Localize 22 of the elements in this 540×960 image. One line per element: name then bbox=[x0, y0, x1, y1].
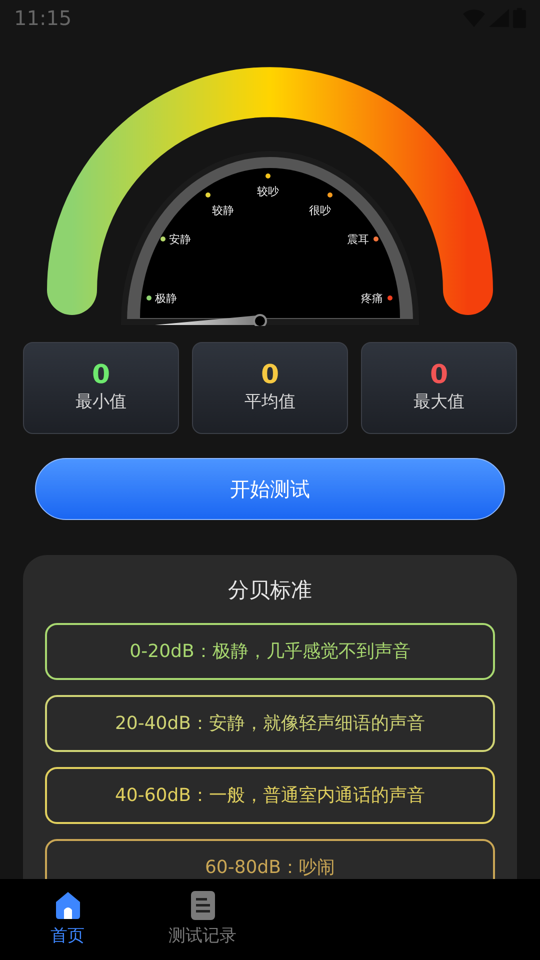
panel-title: 分贝标准 bbox=[227, 577, 313, 604]
level-label: 疼痛 bbox=[361, 292, 383, 305]
stat-value: 0 bbox=[92, 360, 110, 390]
start-test-button[interactable]: 开始测试 bbox=[35, 458, 505, 520]
standard-row: 20-40dB：安静，就像轻声细语的声音 bbox=[45, 694, 495, 752]
stat-value: 0 bbox=[430, 360, 448, 390]
standard-row: 40-60dB：一般，普通室内通话的声音 bbox=[45, 766, 495, 824]
nav-tab[interactable]: 测试记录 bbox=[135, 888, 270, 950]
stat-label: 最小值 bbox=[76, 390, 126, 414]
needle-icon bbox=[155, 314, 267, 326]
stat-label: 平均值 bbox=[244, 390, 296, 414]
stat-label: 最大值 bbox=[414, 390, 464, 414]
level-label: 极静 bbox=[155, 292, 177, 305]
level-label: 很吵 bbox=[309, 204, 331, 217]
stat-value: 0 bbox=[260, 360, 280, 390]
level-label: 震耳 bbox=[347, 233, 369, 246]
status-time: 11:15 bbox=[14, 5, 72, 32]
nav-tab[interactable]: 首页 bbox=[0, 888, 135, 950]
level-label: 安静 bbox=[169, 233, 191, 246]
level-label: 较吵 bbox=[257, 185, 279, 198]
level-label: 较静 bbox=[212, 204, 234, 217]
standard-row: 0-20dB：极静，几乎感觉不到声音 bbox=[45, 622, 495, 680]
